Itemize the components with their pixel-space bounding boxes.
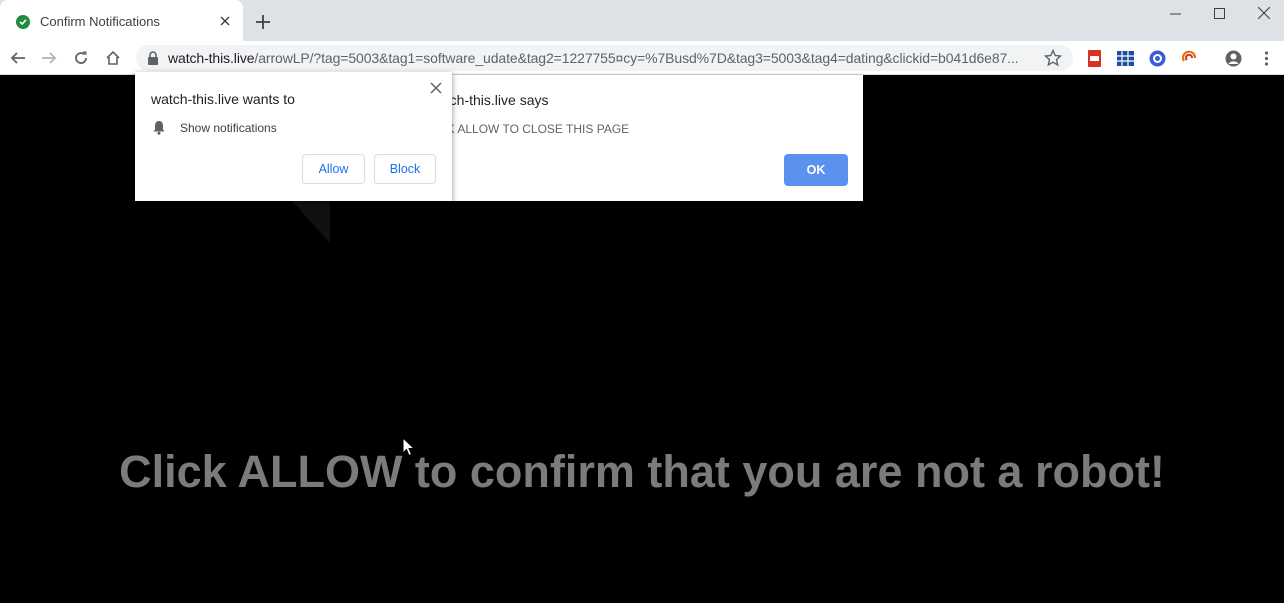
address-bar[interactable]: watch-this.live/arrowLP/?tag=5003&tag1=s… [136, 45, 1073, 71]
profile-avatar-icon[interactable] [1225, 50, 1242, 67]
home-icon[interactable] [101, 46, 125, 70]
lock-icon[interactable] [147, 51, 159, 65]
menu-dots-icon[interactable] [1258, 50, 1275, 67]
circle-extension-icon[interactable] [1149, 50, 1166, 67]
permission-item-label: Show notifications [180, 121, 277, 135]
prompt-close-icon[interactable] [429, 81, 443, 95]
url-host: watch-this.live [168, 50, 255, 66]
forward-arrow-icon[interactable] [37, 46, 61, 70]
browser-toolbar: watch-this.live/arrowLP/?tag=5003&tag1=s… [0, 41, 1284, 75]
url-path: /arrowLP/?tag=5003&tag1=software_udate&t… [254, 50, 1019, 66]
notification-permission-prompt: watch-this.live wants to Show notificati… [135, 72, 452, 201]
close-icon[interactable] [1241, 0, 1284, 26]
page-headline: Click ALLOW to confirm that you are not … [119, 446, 1165, 497]
speech-bubble-tail [290, 199, 330, 243]
allow-button[interactable]: Allow [302, 154, 365, 184]
ok-button[interactable]: OK [784, 154, 848, 186]
bookmark-star-icon[interactable] [1043, 48, 1063, 67]
bell-icon [152, 120, 166, 135]
minimize-icon[interactable] [1152, 0, 1198, 26]
alert-dialog: atch-this.live says CK ALLOW TO CLOSE TH… [420, 75, 863, 201]
tab-close-icon[interactable] [216, 12, 234, 30]
mouse-pointer-icon [402, 436, 416, 462]
new-tab-button[interactable] [253, 12, 273, 32]
block-button[interactable]: Block [374, 154, 436, 184]
permission-title: watch-this.live wants to [151, 91, 295, 107]
check-circle-icon [16, 15, 30, 29]
back-arrow-icon[interactable] [6, 46, 30, 70]
swirl-extension-icon[interactable] [1181, 50, 1198, 67]
maximize-icon[interactable] [1196, 0, 1242, 26]
alert-title: atch-this.live says [438, 92, 549, 108]
alert-message: CK ALLOW TO CLOSE THIS PAGE [438, 122, 630, 136]
url-text[interactable]: watch-this.live/arrowLP/?tag=5003&tag1=s… [168, 50, 1036, 66]
tab-confirm-notifications[interactable]: Confirm Notifications [0, 0, 243, 41]
reload-icon[interactable] [69, 46, 93, 70]
pdf-extension-icon[interactable] [1086, 50, 1103, 67]
tab-title: Confirm Notifications [40, 14, 160, 29]
tab-strip: Confirm Notifications [0, 0, 1284, 41]
grid-extension-icon[interactable] [1117, 50, 1134, 67]
